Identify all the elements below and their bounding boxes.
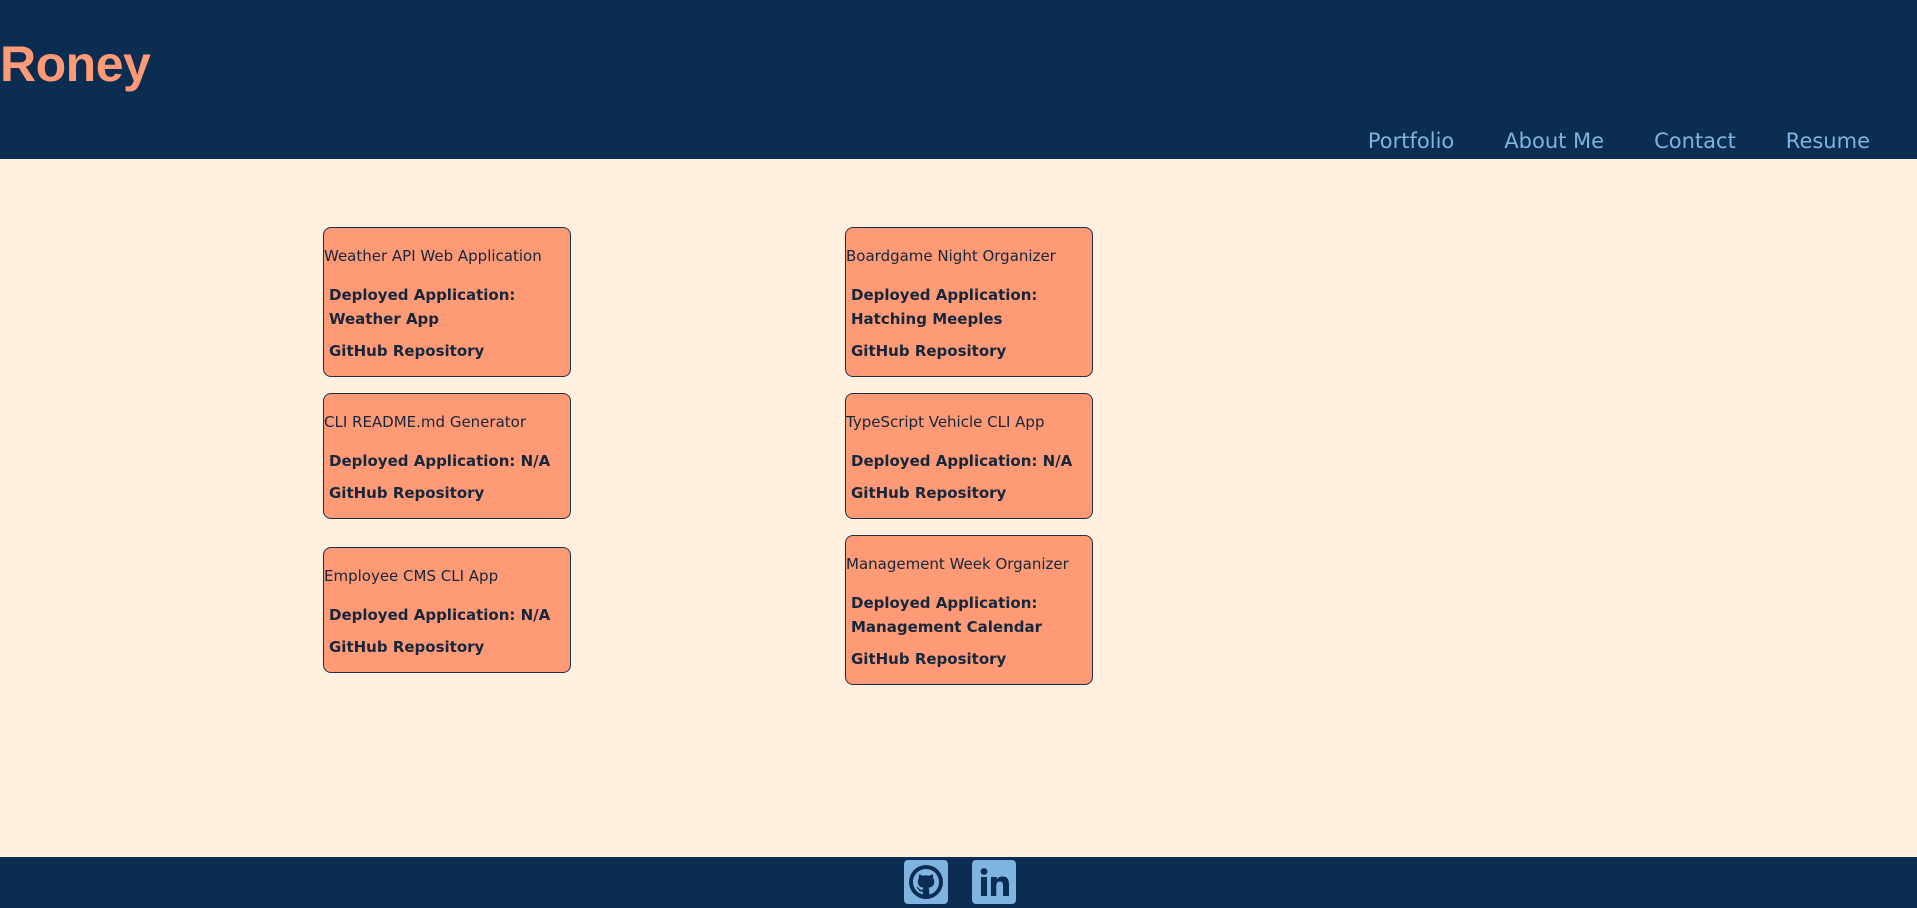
site-header: Roney Portfolio About Me Contact Resume	[0, 0, 1917, 159]
github-repo-link[interactable]: GitHub Repository	[329, 637, 564, 657]
site-footer	[0, 857, 1917, 908]
project-card: TypeScript Vehicle CLI App Deployed Appl…	[845, 393, 1093, 519]
nav-about-me[interactable]: About Me	[1504, 126, 1604, 156]
project-title: Employee CMS CLI App	[324, 567, 499, 585]
linkedin-icon[interactable]	[972, 860, 1016, 904]
deployed-app-link[interactable]: Deployed Application: Management Calenda…	[851, 591, 1086, 639]
github-repo-link[interactable]: GitHub Repository	[851, 341, 1086, 361]
github-repo-link[interactable]: GitHub Repository	[851, 649, 1086, 669]
nav-portfolio[interactable]: Portfolio	[1368, 126, 1454, 156]
nav-resume[interactable]: Resume	[1786, 126, 1870, 156]
main-nav: Portfolio About Me Contact Resume	[1368, 126, 1870, 156]
github-repo-link[interactable]: GitHub Repository	[329, 483, 564, 503]
project-title: Weather API Web Application	[324, 247, 542, 265]
deployed-app-link[interactable]: Deployed Application: N/A	[851, 449, 1086, 473]
github-repo-link[interactable]: GitHub Repository	[851, 483, 1086, 503]
project-card: Weather API Web Application Deployed App…	[323, 227, 571, 377]
deployed-app-link[interactable]: Deployed Application: Hatching Meeples	[851, 283, 1086, 331]
github-icon[interactable]	[904, 860, 948, 904]
github-repo-link[interactable]: GitHub Repository	[329, 341, 564, 361]
project-title: TypeScript Vehicle CLI App	[846, 413, 1045, 431]
deployed-app-link[interactable]: Deployed Application: Weather App	[329, 283, 564, 331]
deployed-app-link[interactable]: Deployed Application: N/A	[329, 603, 564, 627]
deployed-app-link[interactable]: Deployed Application: N/A	[329, 449, 564, 473]
project-card: CLI README.md Generator Deployed Applica…	[323, 393, 571, 519]
project-card: Management Week Organizer Deployed Appli…	[845, 535, 1093, 685]
site-title: Roney	[0, 36, 151, 92]
project-title: Management Week Organizer	[846, 555, 1069, 573]
project-title: Boardgame Night Organizer	[846, 247, 1056, 265]
project-card: Boardgame Night Organizer Deployed Appli…	[845, 227, 1093, 377]
project-card: Employee CMS CLI App Deployed Applicatio…	[323, 547, 571, 673]
nav-contact[interactable]: Contact	[1654, 126, 1736, 156]
project-title: CLI README.md Generator	[324, 413, 526, 431]
